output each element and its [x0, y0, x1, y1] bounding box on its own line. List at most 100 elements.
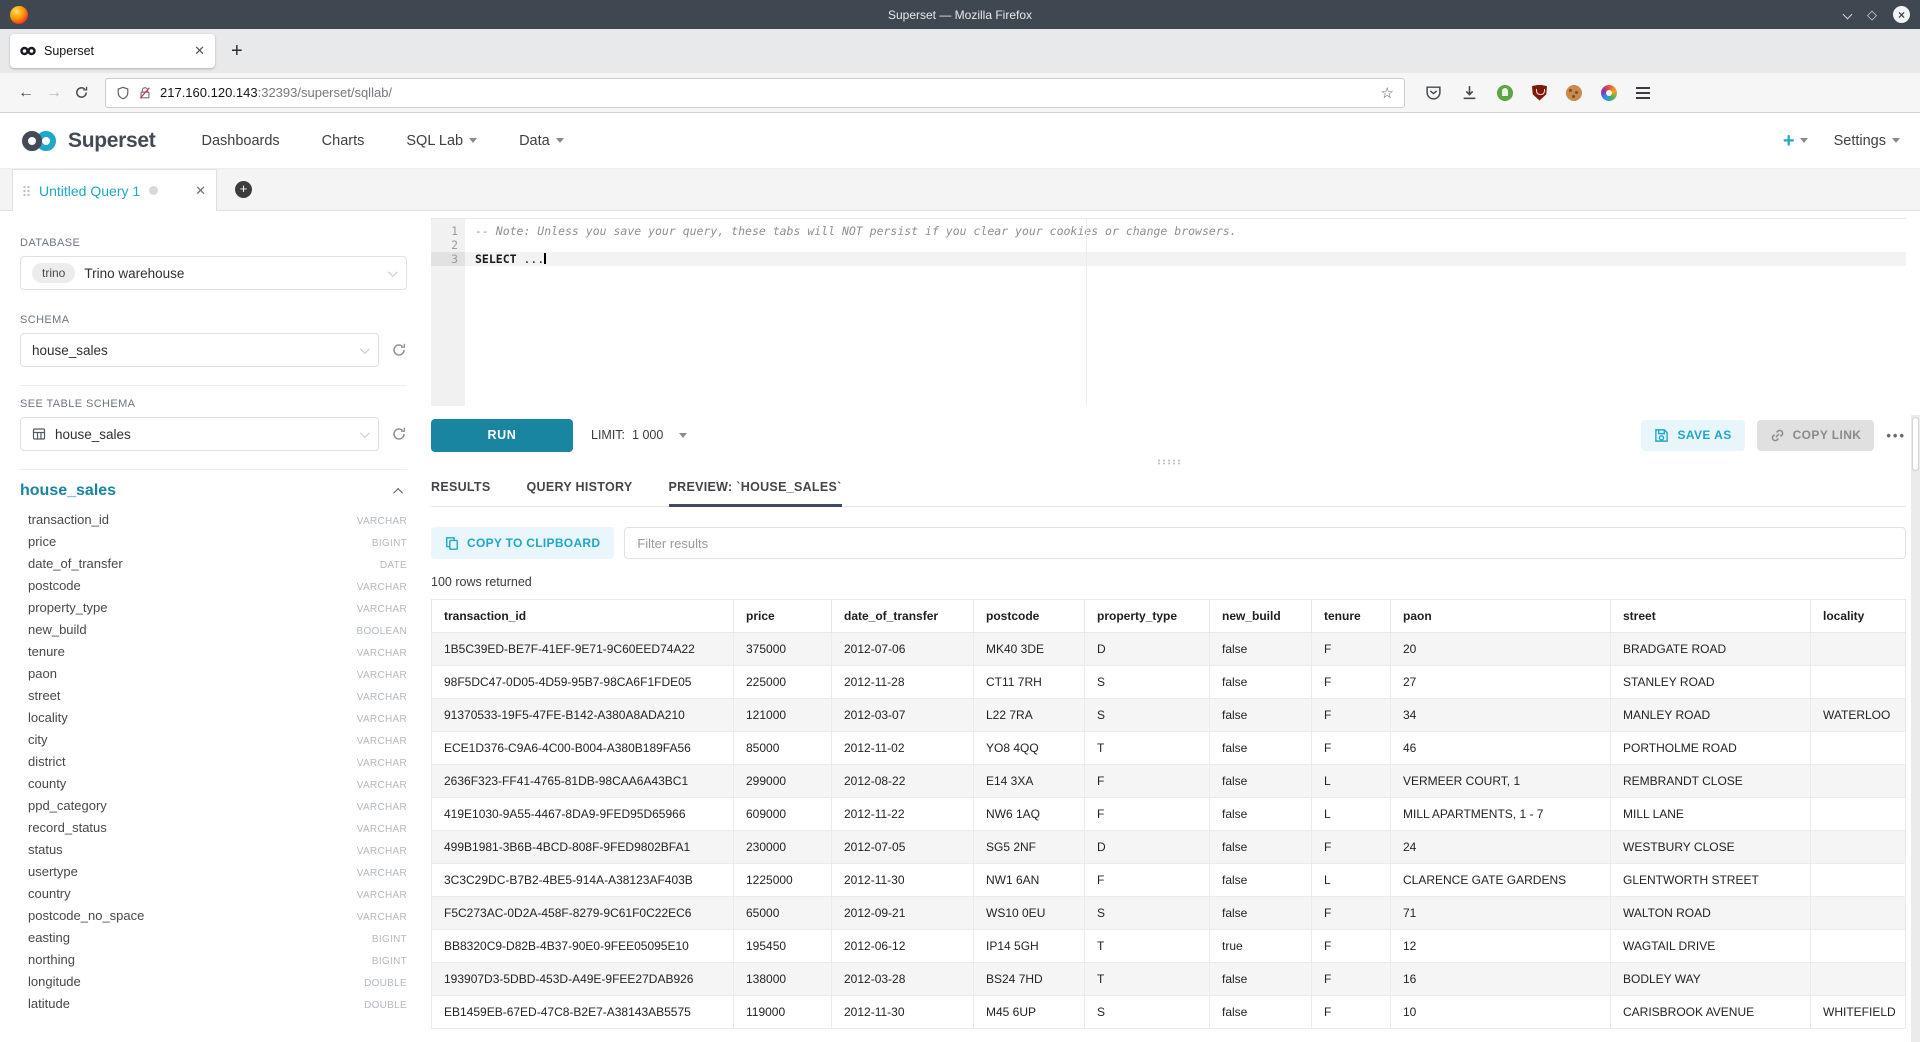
tab-results[interactable]: RESULTS	[431, 480, 491, 506]
privacy-extension-icon[interactable]	[1497, 85, 1513, 101]
editor-toolbar: RUN LIMIT: 1 000 SAVE AS COPY LINK	[431, 414, 1906, 456]
tab-close-icon[interactable]: ✕	[194, 43, 205, 59]
nav-item-sql-lab[interactable]: SQL Lab	[406, 133, 477, 149]
run-button[interactable]: RUN	[431, 419, 573, 452]
brand-name[interactable]: Superset	[68, 129, 155, 153]
schema-column-row: transaction_id VARCHAR	[20, 512, 407, 534]
table-name: house_sales	[20, 482, 116, 500]
pocket-extension-icon[interactable]	[1425, 84, 1442, 101]
copy-link-button[interactable]: COPY LINK	[1757, 420, 1875, 451]
schema-select[interactable]: house_sales	[20, 333, 379, 367]
add-query-tab-button[interactable]: +	[235, 181, 252, 198]
more-options-button[interactable]: •••	[1886, 428, 1906, 443]
browser-tab[interactable]: Superset ✕	[10, 34, 215, 68]
cookie-extension-icon[interactable]	[1566, 85, 1582, 101]
scrollbar-thumb[interactable]	[1912, 417, 1919, 471]
column-header[interactable]: date_of_transfer	[832, 600, 974, 633]
column-header[interactable]: locality	[1811, 600, 1906, 633]
schema-column-row: usertype VARCHAR	[20, 864, 407, 886]
menu-icon[interactable]	[1636, 87, 1650, 99]
editor-split-line	[1086, 219, 1087, 406]
copy-to-clipboard-button[interactable]: COPY TO CLIPBOARD	[431, 527, 614, 559]
schema-column-row: northing BIGINT	[20, 952, 407, 974]
column-type: VARCHAR	[357, 714, 407, 725]
nav-item-dashboards[interactable]: Dashboards	[201, 133, 279, 149]
schema-value: house_sales	[32, 343, 108, 358]
column-header[interactable]: postcode	[974, 600, 1085, 633]
database-select[interactable]: trino Trino warehouse	[20, 256, 407, 290]
chevron-down-icon	[1800, 138, 1808, 143]
schema-column-row: property_type VARCHAR	[20, 600, 407, 622]
reload-icon[interactable]	[74, 85, 89, 100]
table-row: EB1459EB-67ED-47C8-B2E7-A38143AB5575 119…	[432, 996, 1906, 1029]
forward-button[interactable]: →	[40, 84, 68, 102]
table-schema-heading[interactable]: house_sales	[20, 482, 407, 500]
bookmark-star-icon[interactable]: ☆	[1381, 84, 1394, 102]
column-header[interactable]: property_type	[1085, 600, 1210, 633]
see-table-schema-label: SEE TABLE SCHEMA	[20, 398, 407, 410]
limit-dropdown[interactable]: LIMIT: 1 000	[591, 428, 687, 442]
refresh-table-icon[interactable]	[391, 426, 407, 442]
table-row: F5C273AC-0D2A-458F-8279-9C61F0C22EC6 650…	[432, 897, 1906, 930]
column-name: county	[28, 776, 66, 791]
pane-splitter-handle[interactable]	[431, 456, 1906, 468]
window-maximize-icon[interactable]: ◇	[1867, 8, 1877, 21]
schema-column-row: latitude DOUBLE	[20, 996, 407, 1018]
column-header[interactable]: price	[734, 600, 832, 633]
url-bar[interactable]: 217.160.120.143:32393/superset/sqllab/ ☆	[105, 78, 1405, 108]
schema-column-row: new_build BOOLEAN	[20, 622, 407, 644]
sql-editor[interactable]: 1 2 3 -- Note: Unless you save your quer…	[431, 218, 1906, 406]
schema-column-row: paon VARCHAR	[20, 666, 407, 688]
downloads-icon[interactable]	[1461, 84, 1478, 101]
column-name: ppd_category	[28, 798, 107, 813]
column-type: DOUBLE	[364, 978, 407, 989]
results-table: transaction_id price date_of_transfer po…	[431, 599, 1906, 1029]
schema-column-row: easting BIGINT	[20, 930, 407, 952]
chevron-down-icon	[1892, 138, 1900, 143]
chevron-up-icon[interactable]	[393, 487, 403, 497]
column-header[interactable]: new_build	[1210, 600, 1312, 633]
divider	[20, 385, 407, 386]
close-icon[interactable]: ✕	[195, 183, 206, 199]
schema-column-list: transaction_id VARCHAR price BIGINT date…	[20, 512, 407, 1018]
superset-logo-icon[interactable]	[20, 129, 60, 153]
back-button[interactable]: ←	[12, 84, 40, 102]
browser-titlebar: Superset — Mozilla Firefox ◇ ×	[0, 0, 1920, 29]
insecure-lock-icon[interactable]	[138, 86, 152, 100]
editor-gutter: 1 2 3	[431, 219, 465, 406]
query-tab-untitled[interactable]: Untitled Query 1 ✕	[12, 169, 217, 211]
table-icon	[32, 427, 46, 441]
settings-menu[interactable]: Settings	[1834, 133, 1900, 149]
tab-query-history[interactable]: QUERY HISTORY	[527, 480, 633, 506]
schema-column-row: status VARCHAR	[20, 842, 407, 864]
drag-handle-icon[interactable]	[23, 185, 30, 197]
column-header[interactable]: paon	[1391, 600, 1611, 633]
column-name: easting	[28, 930, 70, 945]
column-type: BIGINT	[372, 956, 407, 967]
table-row: 98F5DC47-0D05-4D59-95B7-98CA6F1FDE05 225…	[432, 666, 1906, 699]
editor-code-area[interactable]: -- Note: Unless you save your query, the…	[465, 219, 1906, 406]
filter-results-input[interactable]	[624, 527, 1906, 559]
column-type: VARCHAR	[357, 648, 407, 659]
colorful-extension-icon[interactable]	[1601, 85, 1617, 101]
save-as-button[interactable]: SAVE AS	[1641, 420, 1744, 451]
column-type: DOUBLE	[364, 1000, 407, 1011]
url-host: 217.160.120.143	[160, 85, 258, 100]
window-close-icon[interactable]: ×	[1893, 6, 1910, 23]
add-new-button[interactable]: +	[1783, 131, 1808, 151]
shield-icon[interactable]	[116, 86, 130, 100]
column-header[interactable]: transaction_id	[432, 600, 734, 633]
window-minimize-icon[interactable]	[1843, 10, 1853, 20]
refresh-schema-icon[interactable]	[391, 342, 407, 358]
column-header[interactable]: tenure	[1312, 600, 1391, 633]
table-select[interactable]: house_sales	[20, 417, 379, 451]
column-header[interactable]: street	[1611, 600, 1811, 633]
ublock-extension-icon[interactable]	[1532, 85, 1547, 101]
nav-item-data[interactable]: Data	[519, 133, 564, 149]
tab-preview-house-sales[interactable]: PREVIEW: `HOUSE_SALES`	[669, 480, 842, 506]
schema-column-row: longitude DOUBLE	[20, 974, 407, 996]
scrollbar-track[interactable]	[1911, 415, 1920, 1042]
new-tab-button[interactable]: +	[231, 40, 243, 63]
column-name: usertype	[28, 864, 78, 879]
nav-item-charts[interactable]: Charts	[322, 133, 365, 149]
